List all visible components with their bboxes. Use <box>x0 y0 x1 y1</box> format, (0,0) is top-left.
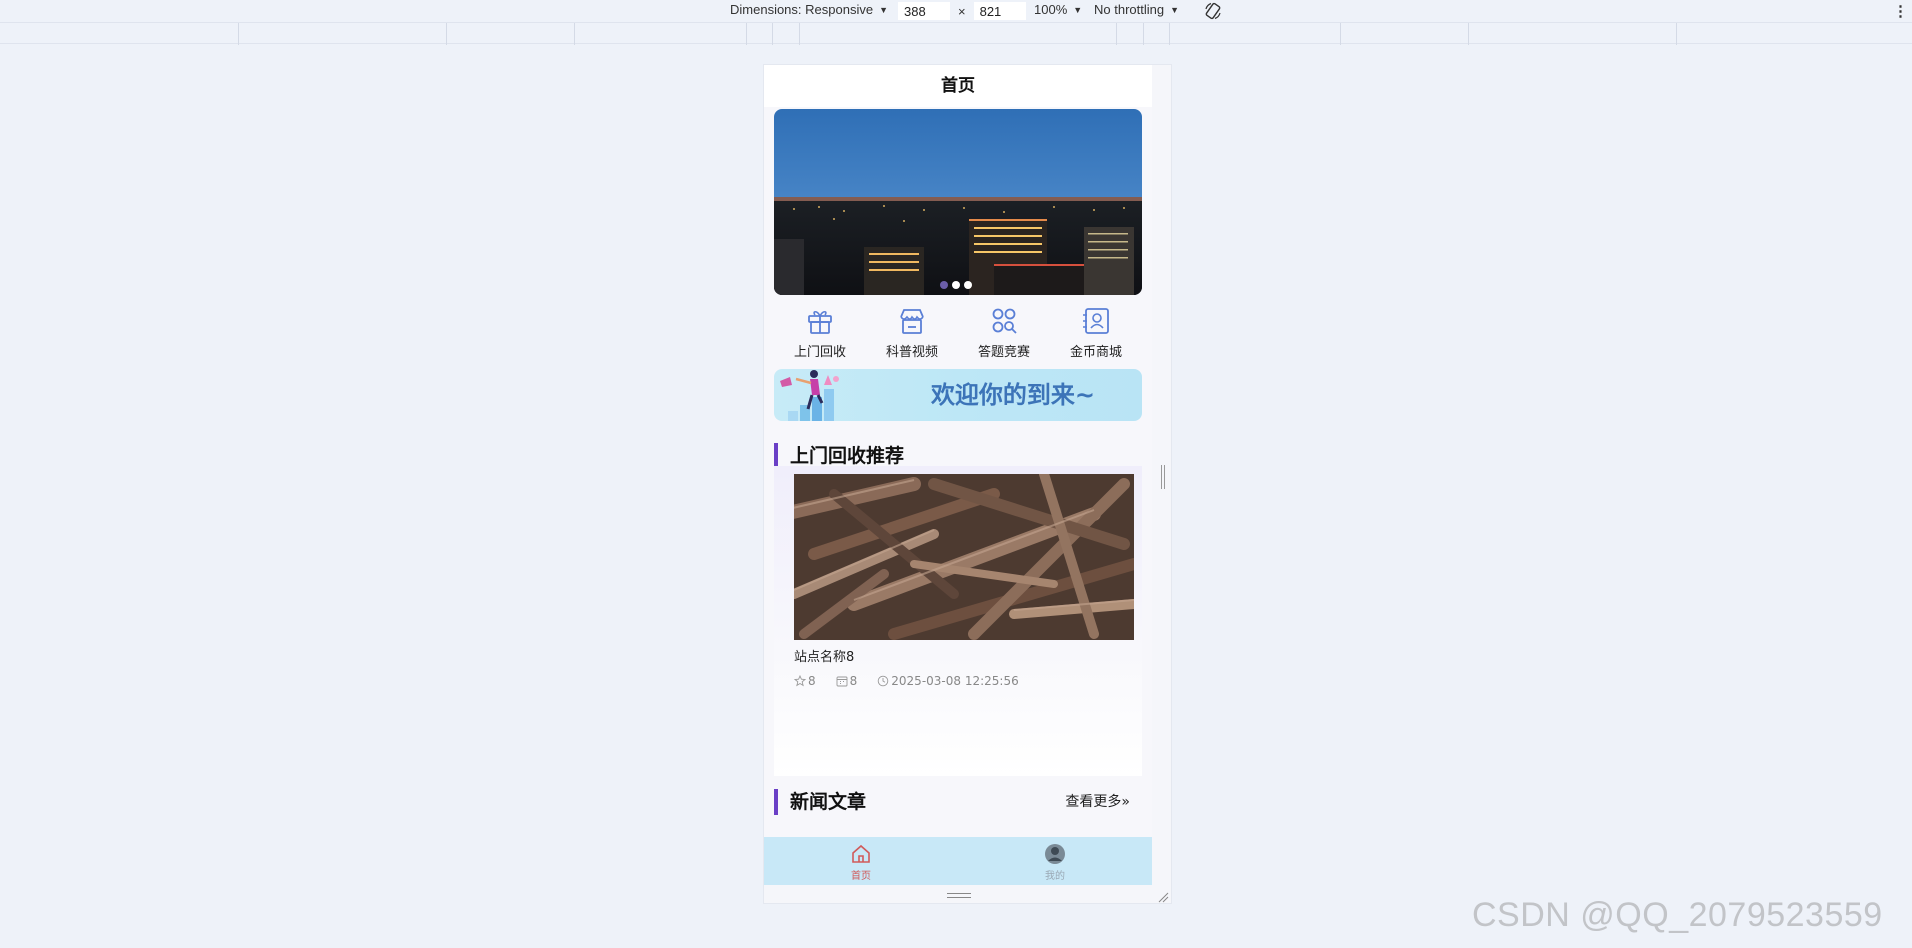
bottom-resize-handle[interactable] <box>947 893 971 898</box>
width-input[interactable] <box>898 2 950 20</box>
page-title: 首页 <box>764 65 1152 107</box>
devtools-device-toolbar: Dimensions: Responsive ▼ × 100% ▼ No thr… <box>0 0 1912 22</box>
quick-menu-label: 金币商城 <box>1069 345 1122 360</box>
device-bottom-bar <box>764 885 1171 903</box>
avatar-icon <box>1045 844 1065 864</box>
view-more-label: 查看更多 <box>1065 794 1122 810</box>
store-icon <box>900 309 924 334</box>
watermark: CSDN @QQ_2079523559 <box>1472 896 1883 934</box>
quick-menu-item-quiz[interactable]: 答题竞赛 <box>958 305 1050 365</box>
quick-menu-label: 答题竞赛 <box>977 345 1030 360</box>
carousel-dot[interactable] <box>952 281 960 289</box>
section-title-text: 新闻文章 <box>790 791 867 813</box>
media-query-ruler <box>0 22 1912 45</box>
clock-icon <box>878 675 889 687</box>
views-meta: 8 <box>836 674 858 688</box>
viewport-resize-handle[interactable] <box>1161 465 1165 489</box>
quick-menu-label: 上门回收 <box>793 345 846 360</box>
gift-icon <box>808 310 832 334</box>
section-title-text: 上门回收推荐 <box>790 445 905 467</box>
likes-meta: 8 <box>794 674 816 688</box>
tab-mine[interactable]: 我的 <box>958 837 1152 887</box>
rotate-icon[interactable] <box>1203 1 1223 21</box>
news-section-title: 新闻文章 查看更多» <box>774 789 1142 815</box>
caret-down-icon: ▼ <box>1073 4 1083 15</box>
views-count: 8 <box>849 674 858 688</box>
recommend-card[interactable]: 站点名称8 8 8 2025-03-08 12:25:56 <box>774 466 1142 776</box>
quick-menu-label: 科普视频 <box>885 345 938 360</box>
caret-down-icon: ▼ <box>879 4 888 15</box>
station-name: 站点名称8 <box>794 650 855 665</box>
welcome-text: 欢迎你的到来~ <box>930 381 1096 409</box>
quick-menu-item-video[interactable]: 科普视频 <box>866 305 958 365</box>
likes-count: 8 <box>808 674 816 688</box>
throttling-dropdown[interactable]: No throttling ▼ <box>1094 2 1179 17</box>
station-meta: 8 8 2025-03-08 12:25:56 <box>794 674 1019 688</box>
dimensions-dropdown[interactable]: Dimensions: Responsive ▼ <box>730 2 888 17</box>
caret-down-icon: ▼ <box>1170 4 1180 15</box>
bottom-tabbar: 首页 我的 <box>764 837 1152 887</box>
throttling-label: No throttling <box>1094 2 1165 17</box>
more-menu-icon[interactable]: ⋮ <box>1893 2 1908 20</box>
height-input[interactable] <box>973 2 1026 20</box>
carousel-dot[interactable] <box>940 281 948 289</box>
dimensions-label: Dimensions: Responsive <box>730 2 874 17</box>
star-icon <box>794 675 806 687</box>
banner-carousel[interactable] <box>774 109 1142 295</box>
device-viewport: 首页 上门回收 科普视频 答题竞赛 金币商城 欢迎你的到来~ 上门回收推荐 站点… <box>763 64 1172 904</box>
tab-label: 首页 <box>851 871 871 882</box>
home-icon <box>852 844 870 863</box>
contact-card-icon <box>1083 308 1109 334</box>
scrap-metal-picture <box>794 474 1134 640</box>
grid-search-icon <box>992 308 1017 334</box>
quick-menu: 上门回收 科普视频 答题竞赛 金币商城 <box>774 305 1142 365</box>
calendar-icon <box>836 676 848 687</box>
quick-menu-item-mall[interactable]: 金币商城 <box>1050 305 1142 365</box>
times-symbol: × <box>958 3 966 19</box>
carousel-dots <box>940 281 972 289</box>
scrap-metal-image <box>794 474 1134 640</box>
view-more-link[interactable]: 查看更多» <box>1065 789 1130 815</box>
time-meta: 2025-03-08 12:25:56 <box>877 674 1019 688</box>
city-night-image <box>774 109 1142 295</box>
zoom-dropdown[interactable]: 100% ▼ <box>1034 2 1082 17</box>
carousel-dot[interactable] <box>964 281 972 289</box>
quick-menu-item-recycle[interactable]: 上门回收 <box>774 305 866 365</box>
zoom-label: 100% <box>1034 2 1068 17</box>
app-page: 首页 上门回收 科普视频 答题竞赛 金币商城 欢迎你的到来~ 上门回收推荐 站点… <box>764 65 1152 903</box>
tab-home[interactable]: 首页 <box>764 837 958 887</box>
double-chevron-right-icon: » <box>1121 794 1130 810</box>
welcome-banner[interactable]: 欢迎你的到来~ <box>774 369 1142 421</box>
publish-time: 2025-03-08 12:25:56 <box>891 674 1019 688</box>
tab-label: 我的 <box>1045 871 1065 882</box>
corner-resize-icon[interactable] <box>1157 891 1169 903</box>
